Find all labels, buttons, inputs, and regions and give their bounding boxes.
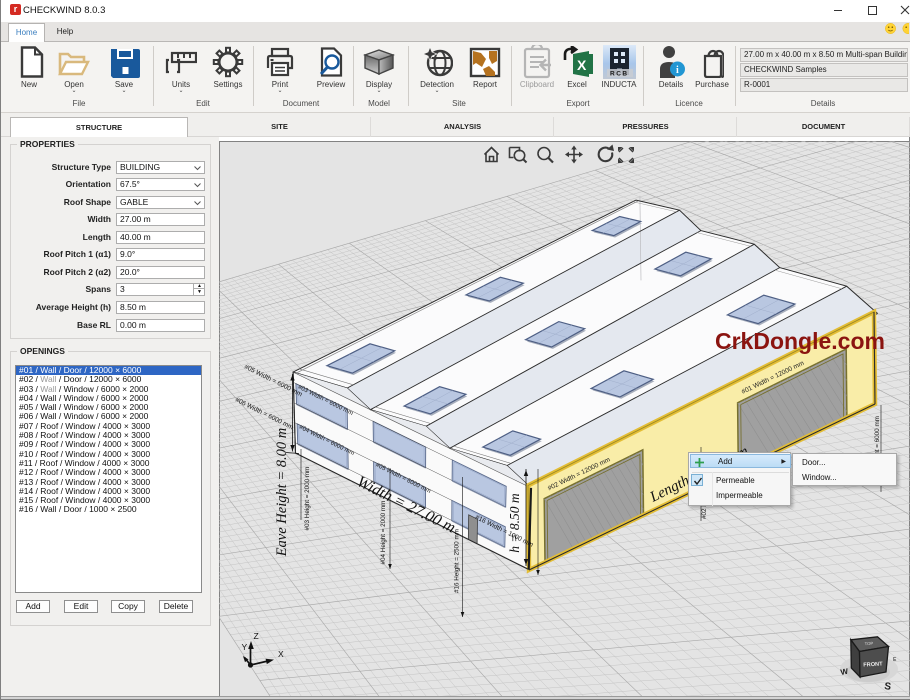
svg-text:FRONT: FRONT (863, 661, 883, 668)
svg-text:h = 8.50 m: h = 8.50 m (507, 493, 522, 553)
svg-text:#03 Height = 2000 mm: #03 Height = 2000 mm (304, 467, 311, 531)
svg-text:X: X (278, 649, 284, 659)
svg-text:i: i (676, 65, 679, 76)
svg-text:RCB: RCB (610, 71, 629, 78)
svg-text:X: X (577, 57, 587, 73)
svg-text:E: E (893, 657, 897, 663)
svg-text:Eave Height = 8.00 m: Eave Height = 8.00 m (274, 428, 290, 558)
svg-text:TOP: TOP (864, 641, 873, 647)
svg-text:Z: Z (254, 631, 259, 641)
svg-text:#16 Height = 2500 mm: #16 Height = 2500 mm (454, 529, 461, 593)
svg-text:S: S (884, 681, 892, 693)
svg-text:#04 Height = 2000 mm: #04 Height = 2000 mm (380, 501, 387, 565)
svg-text:Y: Y (242, 642, 248, 652)
